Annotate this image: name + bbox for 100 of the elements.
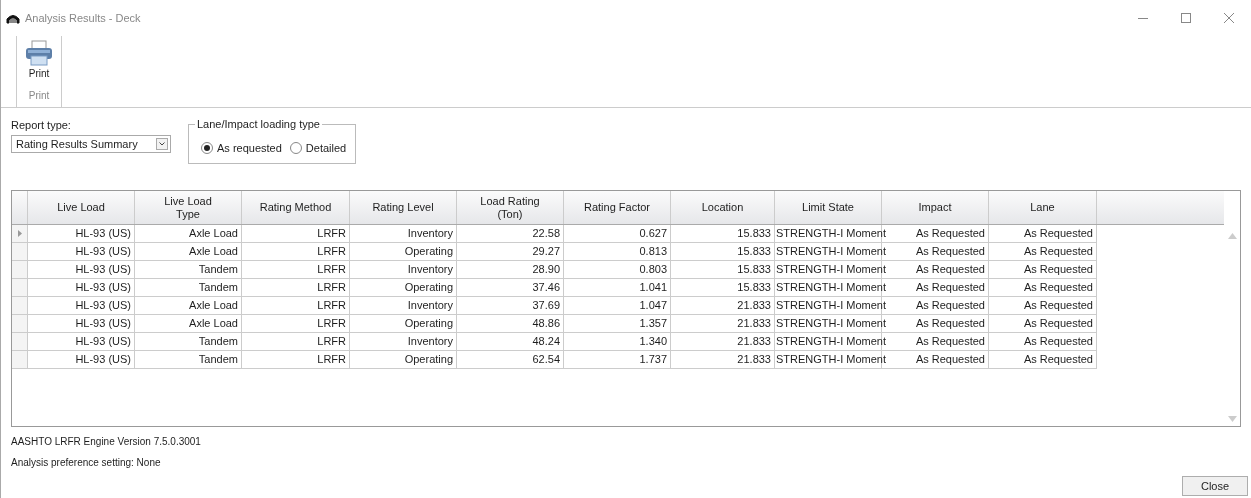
table-cell: Axle Load: [135, 243, 242, 261]
row-header[interactable]: [12, 351, 28, 369]
table-cell: Inventory: [350, 333, 457, 351]
maximize-icon[interactable]: [1181, 13, 1191, 23]
table-cell: LRFR: [242, 261, 350, 279]
table-cell: Operating: [350, 315, 457, 333]
table-cell: HL-93 (US): [28, 225, 135, 243]
report-type-dropdown[interactable]: Rating Results Summary: [11, 135, 171, 153]
group-legend: Lane/Impact loading type: [195, 117, 322, 131]
row-header[interactable]: [12, 315, 28, 333]
row-header[interactable]: [12, 261, 28, 279]
table-cell: 29.27: [457, 243, 564, 261]
table-cell: 15.833: [671, 261, 775, 279]
table-cell: 48.86: [457, 315, 564, 333]
table-cell: As Requested: [989, 225, 1097, 243]
window-title: Analysis Results - Deck: [25, 10, 141, 26]
row-header[interactable]: [12, 225, 28, 243]
radio-option[interactable]: Detailed: [289, 140, 347, 157]
column-header[interactable]: Live Load: [28, 191, 135, 224]
table-cell: LRFR: [242, 225, 350, 243]
column-header[interactable]: Location: [671, 191, 775, 224]
table-cell: As Requested: [989, 261, 1097, 279]
table-cell: Tandem: [135, 351, 242, 369]
table-cell: 1.357: [564, 315, 671, 333]
row-header[interactable]: [12, 243, 28, 261]
radio-option[interactable]: As requested: [201, 140, 282, 157]
table-cell: HL-93 (US): [28, 351, 135, 369]
row-header[interactable]: [12, 297, 28, 315]
table-cell: Tandem: [135, 261, 242, 279]
table-cell: 1.041: [564, 279, 671, 297]
printer-icon: [25, 40, 53, 66]
table-cell: Operating: [350, 243, 457, 261]
table-cell: 48.24: [457, 333, 564, 351]
column-header[interactable]: Rating Level: [350, 191, 457, 224]
column-header[interactable]: Rating Method: [242, 191, 350, 224]
table-cell: LRFR: [242, 351, 350, 369]
column-header[interactable]: Live Load Type: [135, 191, 242, 224]
table-cell: As Requested: [989, 279, 1097, 297]
table-cell: 62.54: [457, 351, 564, 369]
info-text: AASHTO LRFR Engine Version 7.5.0.3001: [11, 435, 202, 449]
print-button[interactable]: Print: [25, 40, 53, 80]
report-type-label: Report type:: [11, 118, 72, 132]
radio-button[interactable]: [201, 142, 213, 155]
table-cell: HL-93 (US): [28, 243, 135, 261]
table-cell: LRFR: [242, 243, 350, 261]
table-cell: 15.833: [671, 243, 775, 261]
table-cell: Tandem: [135, 279, 242, 297]
table-cell: Inventory: [350, 225, 457, 243]
table-cell: Operating: [350, 279, 457, 297]
table-cell: Inventory: [350, 261, 457, 279]
ribbon-group-label: Print: [28, 89, 50, 103]
table-cell: 22.58: [457, 225, 564, 243]
table-cell: HL-93 (US): [28, 261, 135, 279]
table-cell: 1.047: [564, 297, 671, 315]
table-cell: 28.90: [457, 261, 564, 279]
close-icon[interactable]: [1224, 13, 1234, 23]
table-cell: LRFR: [242, 279, 350, 297]
table-cell: 37.69: [457, 297, 564, 315]
table-cell: 0.803: [564, 261, 671, 279]
table-cell: Operating: [350, 351, 457, 369]
table-cell: 0.627: [564, 225, 671, 243]
table-cell: Axle Load: [135, 225, 242, 243]
table-cell: 1.340: [564, 333, 671, 351]
table-cell: 21.833: [671, 315, 775, 333]
current-row-icon: [17, 230, 22, 237]
info-text: Analysis preference setting: None: [11, 456, 162, 470]
table-cell: As Requested: [989, 333, 1097, 351]
table-cell: 15.833: [671, 279, 775, 297]
table-cell: 1.737: [564, 351, 671, 369]
bridge-icon: [6, 12, 20, 24]
close-button[interactable]: Close: [1182, 476, 1248, 496]
table-cell: HL-93 (US): [28, 279, 135, 297]
column-header[interactable]: Rating Factor: [564, 191, 671, 224]
table-cell: HL-93 (US): [28, 315, 135, 333]
row-header[interactable]: [12, 333, 28, 351]
table-cell: 37.46: [457, 279, 564, 297]
table-cell: HL-93 (US): [28, 333, 135, 351]
table-cell: LRFR: [242, 297, 350, 315]
table-cell: LRFR: [242, 315, 350, 333]
table-cell: As Requested: [989, 315, 1097, 333]
column-header[interactable]: Load Rating (Ton): [457, 191, 564, 224]
radio-button[interactable]: [289, 142, 302, 155]
table-cell: 21.833: [671, 333, 775, 351]
table-cell: Inventory: [350, 297, 457, 315]
table-cell: As Requested: [989, 297, 1097, 315]
table-cell: 0.813: [564, 243, 671, 261]
table-cell: Axle Load: [135, 297, 242, 315]
table-cell: As Requested: [989, 243, 1097, 261]
row-header[interactable]: [12, 279, 28, 297]
table-cell: Tandem: [135, 333, 242, 351]
table-cell: HL-93 (US): [28, 297, 135, 315]
table-cell: 21.833: [671, 297, 775, 315]
table-cell: Axle Load: [135, 315, 242, 333]
column-header[interactable]: Lane: [989, 191, 1097, 224]
scroll-down-icon[interactable]: [1227, 416, 1237, 422]
scroll-up-icon[interactable]: [1227, 233, 1237, 239]
column-header[interactable]: Limit State: [775, 191, 882, 224]
table-cell: LRFR: [242, 333, 350, 351]
column-header[interactable]: Impact: [882, 191, 989, 224]
table-cell: 21.833: [671, 351, 775, 369]
